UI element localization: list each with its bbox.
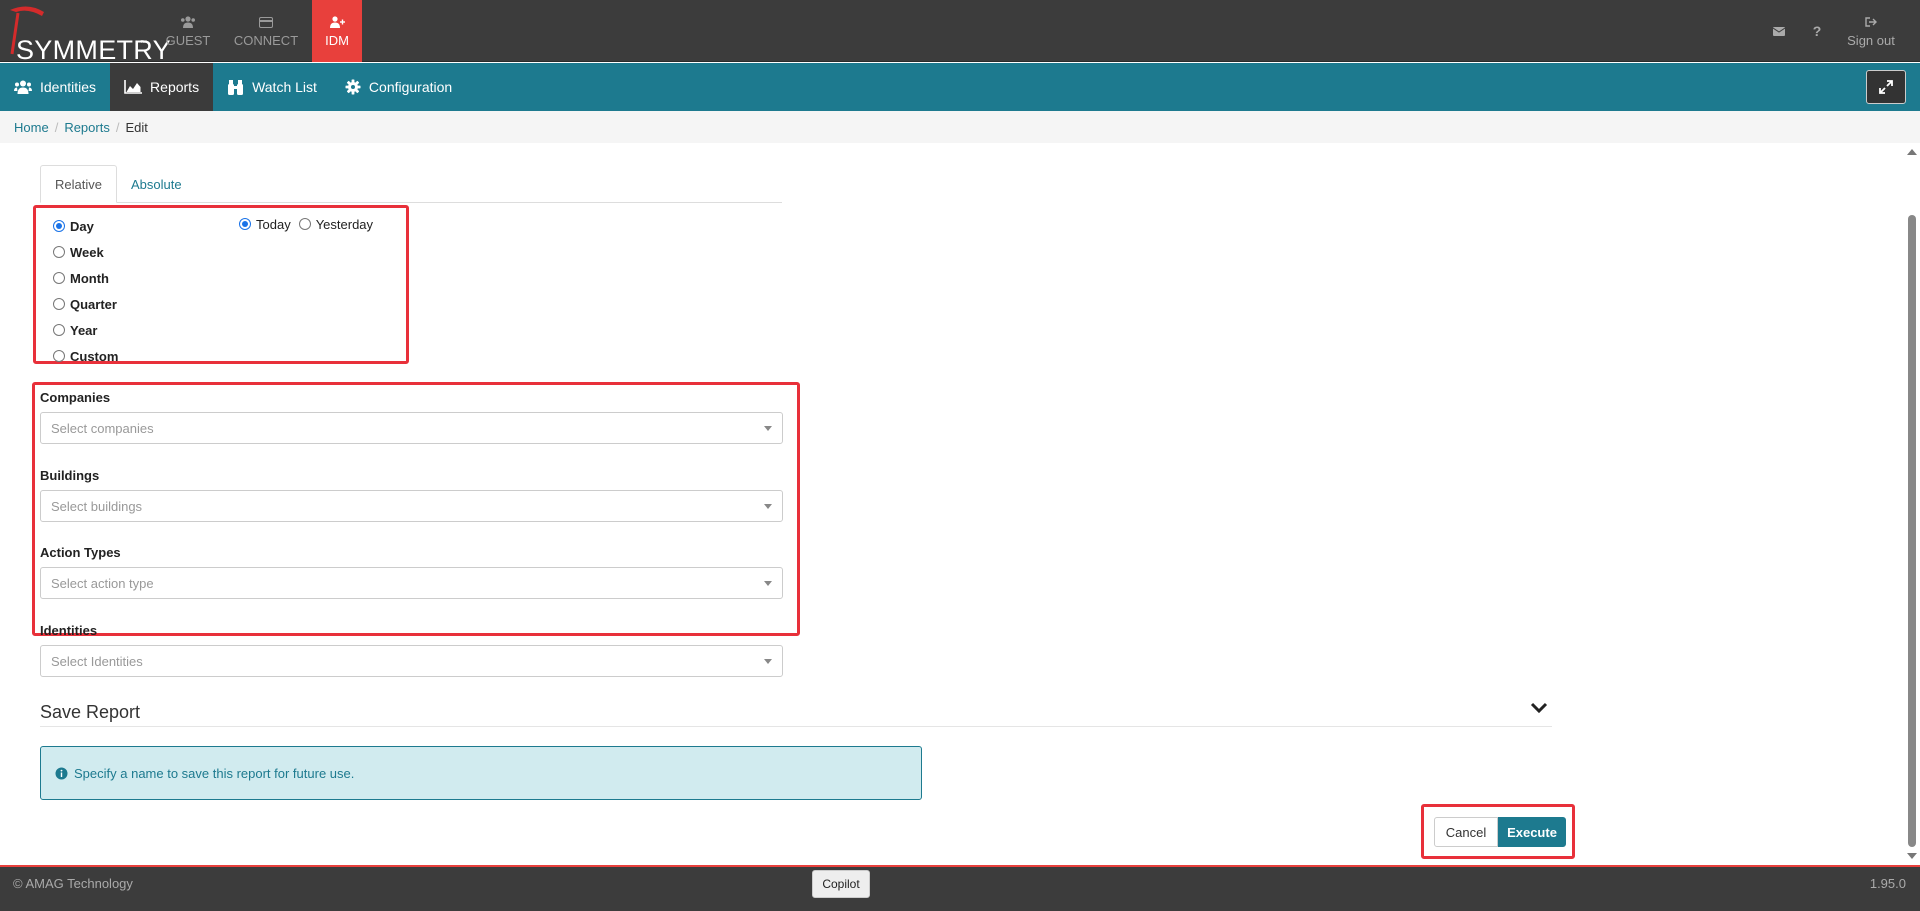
tab-absolute[interactable]: Absolute <box>117 165 196 203</box>
breadcrumb: Home / Reports / Edit <box>0 111 1920 143</box>
user-plus-icon <box>329 14 345 30</box>
period-radio-group: Day Week Month Quarter Year Custom <box>53 213 118 369</box>
breadcrumb-reports[interactable]: Reports <box>64 120 110 135</box>
topnav-connect-label: CONNECT <box>233 33 299 48</box>
radio-button[interactable] <box>53 246 65 258</box>
buildings-label: Buildings <box>40 468 100 483</box>
topnav-idm[interactable]: IDM <box>312 0 362 62</box>
nav-reports[interactable]: Reports <box>110 63 214 111</box>
radio-year[interactable]: Year <box>53 317 118 343</box>
nav-watch-list-label: Watch List <box>252 79 317 95</box>
radio-button-checked[interactable] <box>53 220 65 232</box>
radio-month[interactable]: Month <box>53 265 118 291</box>
breadcrumb-separator: / <box>115 119 120 135</box>
buildings-placeholder: Select buildings <box>51 498 143 514</box>
copyright: © AMAG Technology <box>13 876 133 891</box>
radio-button[interactable] <box>53 298 65 310</box>
radio-button[interactable] <box>53 272 65 284</box>
chevron-down-icon <box>1530 702 1548 714</box>
envelope-icon <box>1773 26 1785 36</box>
page-scrollbar[interactable] <box>1903 143 1920 865</box>
save-report-title: Save Report <box>40 702 141 722</box>
breadcrumb-separator: / <box>54 119 59 135</box>
copilot-button[interactable]: Copilot <box>812 870 870 898</box>
nav-identities-label: Identities <box>40 79 97 95</box>
question-icon: ? <box>1812 23 1822 39</box>
area-chart-icon <box>124 80 143 94</box>
companies-select[interactable]: Select companies <box>40 412 783 444</box>
caret-down-icon <box>764 504 772 509</box>
logo-trademark: ™ <box>140 40 147 47</box>
users-icon <box>14 80 32 94</box>
radio-yesterday[interactable]: Yesterday <box>298 211 373 237</box>
report-edit-form: Relative Absolute Day Week Month Quarter… <box>0 143 1920 865</box>
action-types-label: Action Types <box>40 545 121 560</box>
tab-relative[interactable]: Relative <box>40 165 117 203</box>
scroll-down-arrow[interactable] <box>1907 853 1917 859</box>
identities-placeholder: Select Identities <box>51 653 143 669</box>
top-bar: SYMMETRY ™ GUEST CONNECT IDM ? Sign out <box>0 0 1920 65</box>
nav-watch-list[interactable]: Watch List <box>213 63 331 111</box>
companies-label: Companies <box>40 390 111 405</box>
symmetry-logo[interactable]: SYMMETRY ™ <box>6 4 171 65</box>
nav-reports-label: Reports <box>150 79 200 95</box>
binoculars-icon <box>227 79 244 95</box>
action-types-placeholder: Select action type <box>51 575 154 591</box>
cancel-button[interactable]: Cancel <box>1434 817 1498 847</box>
card-icon <box>259 14 273 30</box>
topnav-connect[interactable]: CONNECT <box>220 0 312 62</box>
execute-button[interactable]: Execute <box>1498 817 1566 847</box>
info-circle-icon <box>55 767 68 780</box>
caret-down-icon <box>764 659 772 664</box>
mail-button[interactable] <box>1760 0 1798 62</box>
gear-icon <box>345 79 361 95</box>
caret-down-icon <box>764 581 772 586</box>
form-actions: Cancel Execute <box>1434 817 1566 847</box>
radio-button-checked[interactable] <box>239 218 251 230</box>
breadcrumb-current: Edit <box>125 119 148 135</box>
sign-out-button[interactable]: Sign out <box>1836 0 1906 62</box>
scroll-thumb[interactable] <box>1908 215 1916 847</box>
radio-button[interactable] <box>298 218 311 230</box>
sign-out-label: Sign out <box>1847 32 1895 48</box>
module-nav: Identities Reports Watch List Configurat… <box>0 63 1920 111</box>
expand-icon <box>1879 80 1893 94</box>
buildings-select[interactable]: Select buildings <box>40 490 783 522</box>
identities-label: Identities <box>40 623 98 638</box>
top-nav: GUEST CONNECT IDM <box>156 0 362 62</box>
radio-quarter[interactable]: Quarter <box>53 291 118 317</box>
footer: © AMAG Technology Copilot 1.95.0 <box>0 865 1920 911</box>
save-report-toggle[interactable] <box>1530 701 1548 717</box>
caret-down-icon <box>764 426 772 431</box>
breadcrumb-home[interactable]: Home <box>14 120 49 135</box>
radio-week[interactable]: Week <box>53 239 118 265</box>
help-button[interactable]: ? <box>1798 0 1836 62</box>
topnav-guest[interactable]: GUEST <box>156 0 220 62</box>
scroll-up-arrow[interactable] <box>1907 149 1917 155</box>
users-icon <box>180 14 196 30</box>
nav-configuration-label: Configuration <box>368 79 453 95</box>
top-right-actions: ? Sign out <box>1760 0 1920 62</box>
period-tabs: Relative Absolute <box>40 165 782 203</box>
save-info-alert: Specify a name to save this report for f… <box>40 746 922 800</box>
identities-select[interactable]: Select Identities <box>40 645 783 677</box>
radio-custom[interactable]: Custom <box>53 343 118 369</box>
radio-today[interactable]: Today <box>239 211 291 237</box>
save-info-text: Specify a name to save this report for f… <box>74 765 355 781</box>
logo-text: SYMMETRY <box>16 35 171 65</box>
radio-button[interactable] <box>53 350 65 362</box>
topnav-idm-label: IDM <box>325 33 349 48</box>
nav-identities[interactable]: Identities <box>0 63 110 111</box>
radio-day[interactable]: Day <box>53 213 118 239</box>
fullscreen-button[interactable] <box>1866 70 1906 104</box>
sign-out-icon <box>1865 15 1877 30</box>
companies-placeholder: Select companies <box>51 420 154 436</box>
topnav-guest-label: GUEST <box>165 33 211 48</box>
radio-button[interactable] <box>53 324 65 336</box>
version: 1.95.0 <box>1869 876 1906 891</box>
action-types-select[interactable]: Select action type <box>40 567 783 599</box>
nav-configuration[interactable]: Configuration <box>331 63 466 111</box>
divider <box>40 726 1552 727</box>
day-sub-radio-group: Today Yesterday <box>239 211 381 237</box>
